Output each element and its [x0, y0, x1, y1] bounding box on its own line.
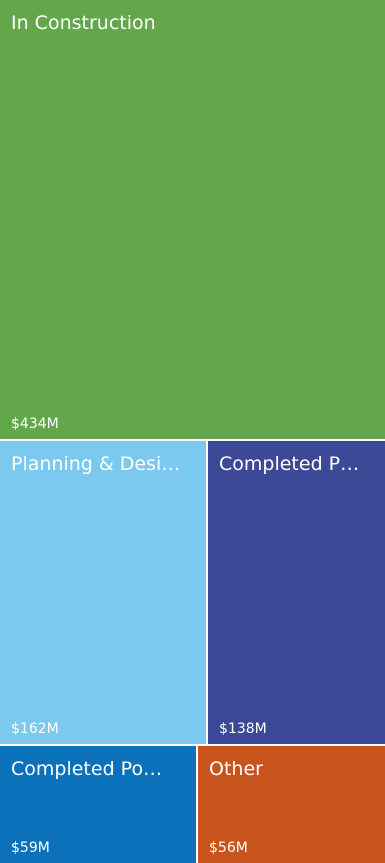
- tile-label: Completed P…: [219, 453, 360, 475]
- tile-label: Planning & Desi…: [11, 453, 181, 475]
- tile-label: In Construction: [11, 12, 156, 34]
- tile-in-construction[interactable]: In Construction $434M: [0, 0, 385, 439]
- tile-value: $59M: [11, 840, 50, 856]
- tile-label: Other: [209, 758, 263, 780]
- tile-other[interactable]: Other $56M: [198, 746, 385, 863]
- tile-value: $138M: [219, 721, 267, 737]
- tile-value: $56M: [209, 840, 248, 856]
- tile-value: $162M: [11, 721, 59, 737]
- tile-label: Completed Po…: [11, 758, 163, 780]
- tile-completed-p[interactable]: Completed P… $138M: [208, 441, 385, 744]
- tile-value: $434M: [11, 416, 59, 432]
- tile-planning-design[interactable]: Planning & Desi… $162M: [0, 441, 206, 744]
- tile-completed-po[interactable]: Completed Po… $59M: [0, 746, 196, 863]
- treemap-chart: In Construction $434M Planning & Desi… $…: [0, 0, 385, 863]
